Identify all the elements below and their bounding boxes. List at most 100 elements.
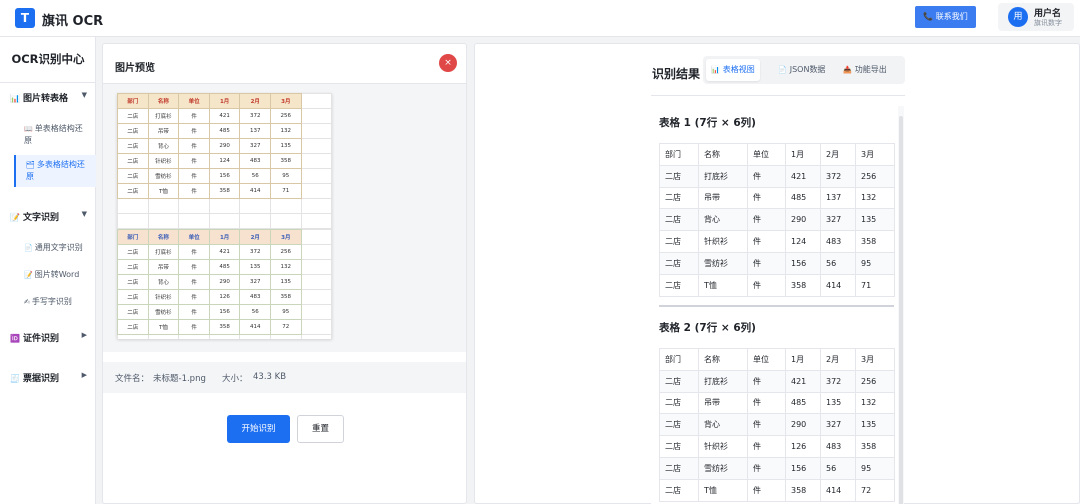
image-table-empty-cell <box>117 334 149 339</box>
image-table-empty-cell <box>147 213 180 229</box>
sidebar-group-text[interactable]: 📝 文字识别 ▼ <box>10 210 90 223</box>
table-cell: 件 <box>747 435 786 458</box>
sidebar-group-id[interactable]: 🆔 证件识别 ▶ <box>10 331 90 344</box>
image-table-empty-cell <box>300 93 332 109</box>
image-table-empty-cell <box>208 213 241 229</box>
table-cell: 137 <box>820 186 856 210</box>
image-table-row: 二店 针织衫件 124 483 358 <box>117 153 332 169</box>
image-table-cell: 72 <box>270 319 302 335</box>
results-scroll-area[interactable]: 表格 1 (7行 × 6列) 部门 名称 单位 1月 2月 3月 二店 打底衫件 421 372 2… <box>651 106 904 504</box>
image-table-cell: T恤 <box>147 319 180 335</box>
sidebar-item-image-to-word[interactable]: 📝 图片转Word <box>24 269 88 281</box>
results-title: 识别结果 <box>652 67 701 81</box>
image-table-cell: 二店 <box>117 304 149 320</box>
table-cell: T恤 <box>698 478 748 502</box>
table-cell: 件 <box>747 369 786 393</box>
scrollbar[interactable] <box>899 116 903 504</box>
image-table-cell: 件 <box>178 274 210 290</box>
image-table-empty-cell <box>239 198 272 214</box>
sidebar-title: OCR识别中心 <box>11 52 85 66</box>
tab-export[interactable]: 📥 功能导出 <box>838 59 892 81</box>
image-table-cell: 背心 <box>147 274 180 290</box>
image-table-cell: 290 <box>208 138 241 154</box>
table-cell: 132 <box>855 391 895 415</box>
image-table-cell: 132 <box>270 259 302 275</box>
image-table-cell: 二店 <box>117 319 149 335</box>
tab-json-data[interactable]: 📄 JSON数据 <box>773 59 830 81</box>
file-name: 未标题-1.png <box>153 374 206 384</box>
image-table-cell: 二店 <box>117 289 149 305</box>
image-table-cell: 71 <box>270 183 302 199</box>
table-cell: 135 <box>855 413 895 437</box>
table-cell: 95 <box>855 251 895 275</box>
table-row: 二店 T恤件 358 414 71 <box>659 273 895 297</box>
image-table-cell: 358 <box>208 183 241 199</box>
image-table-cell: 名称 <box>147 93 180 109</box>
table-cell: 件 <box>747 273 786 297</box>
image-table-cell: 件 <box>178 108 210 124</box>
table-cell: 背心 <box>698 413 748 437</box>
image-table-row: 二店 针织衫件 126 483 358 <box>117 289 332 305</box>
table-cell: T恤 <box>698 273 748 297</box>
sidebar-item-handwriting[interactable]: ✍ 手写字识别 <box>24 296 88 308</box>
sidebar-group-table[interactable]: 📊 图片转表格 ▼ <box>10 91 90 104</box>
table-header-cell: 单位 <box>747 348 786 371</box>
image-table-cell: 吊带 <box>147 123 180 139</box>
table-title: 表格 1 (7行 × 6列) <box>659 117 756 129</box>
image-table-cell: 1月 <box>208 229 241 245</box>
table-cell: 56 <box>820 456 856 480</box>
image-table-cell: 358 <box>270 153 302 169</box>
reset-button[interactable]: 重置 <box>297 415 344 443</box>
image-table-cell: 485 <box>208 123 241 139</box>
image-table-cell: 56 <box>239 304 272 320</box>
table-cell: 二店 <box>659 273 699 297</box>
table-cell: 二店 <box>659 456 699 480</box>
table-header-cell: 3月 <box>855 143 895 166</box>
image-table-empty-cell <box>117 213 149 229</box>
image-table-cell: 部门 <box>117 93 149 109</box>
table-header-row: 部门 名称 单位 1月 2月 3月 <box>659 143 895 166</box>
folder-icon: 🗂 <box>26 161 35 169</box>
preview-image: 部门 名称 单位 1月 2月 3月 二店 打底衫件 421 372 256 二店 吊带件 485 137 13… <box>117 93 332 339</box>
tab-table-view[interactable]: 📊 表格视图 <box>706 59 760 81</box>
image-table-cell: 打底衫 <box>147 244 180 260</box>
tab-label: JSON数据 <box>789 65 826 74</box>
image-table-cell: 124 <box>208 153 241 169</box>
table-cell: 483 <box>820 435 856 458</box>
sidebar-item-general-text[interactable]: 📄 通用文字识别 <box>24 242 88 254</box>
image-preview-area: 部门 名称 单位 1月 2月 3月 二店 打底衫件 421 372 256 二店 吊带件 485 137 13… <box>103 84 466 352</box>
chart-icon: 📊 <box>10 94 20 103</box>
image-table-cell: 件 <box>178 304 210 320</box>
user-menu[interactable]: 用 用户名 旗讯数字 <box>998 3 1074 31</box>
sidebar-item-single-table[interactable]: 📖 单表格结构还原 <box>24 123 88 147</box>
table-row: 二店 吊带件 485 135 132 <box>659 391 895 415</box>
app-title: 旗讯 OCR <box>42 14 104 29</box>
file-size: 43.3 KB <box>253 372 287 382</box>
image-table-empty-cell <box>239 213 272 229</box>
chevron-down-icon: ▼ <box>81 91 87 99</box>
image-table-cell: 背心 <box>147 138 180 154</box>
tab-label: 表格视图 <box>722 65 755 74</box>
image-table-cell: 件 <box>178 244 210 260</box>
image-table-cell: 485 <box>208 259 241 275</box>
table-header-cell: 单位 <box>747 143 786 166</box>
image-table-cell: 件 <box>178 183 210 199</box>
image-table-cell: 132 <box>270 123 302 139</box>
memo-icon: 📝 <box>24 271 33 279</box>
sidebar-group-receipt[interactable]: 🧾 票据识别 ▶ <box>10 371 90 384</box>
image-table-1: 部门 名称 单位 1月 2月 3月 二店 打底衫件 421 372 256 二店 吊带件 485 137 13… <box>117 93 332 229</box>
image-table-empty-cell <box>300 213 332 229</box>
image-table-cell: 件 <box>178 289 210 305</box>
contact-us-button[interactable]: 📞 联系我们 <box>915 6 976 28</box>
chevron-right-icon: ▶ <box>81 371 87 379</box>
image-table-cell: 327 <box>239 138 272 154</box>
image-table-row: 二店 背心件 290 327 135 <box>117 274 332 290</box>
start-recognition-button[interactable]: 开始识别 <box>227 415 290 443</box>
image-table-empty-cell <box>270 334 302 339</box>
sidebar-item-multi-table[interactable]: 🗂 多表格结构还原 <box>14 155 96 187</box>
image-table-cell: 1月 <box>208 93 241 109</box>
image-table-cell: 135 <box>239 259 272 275</box>
sidebar-item-label: 手写字识别 <box>31 297 72 306</box>
close-icon[interactable]: × <box>439 54 457 72</box>
table-row: 二店 背心件 290 327 135 <box>659 413 895 437</box>
